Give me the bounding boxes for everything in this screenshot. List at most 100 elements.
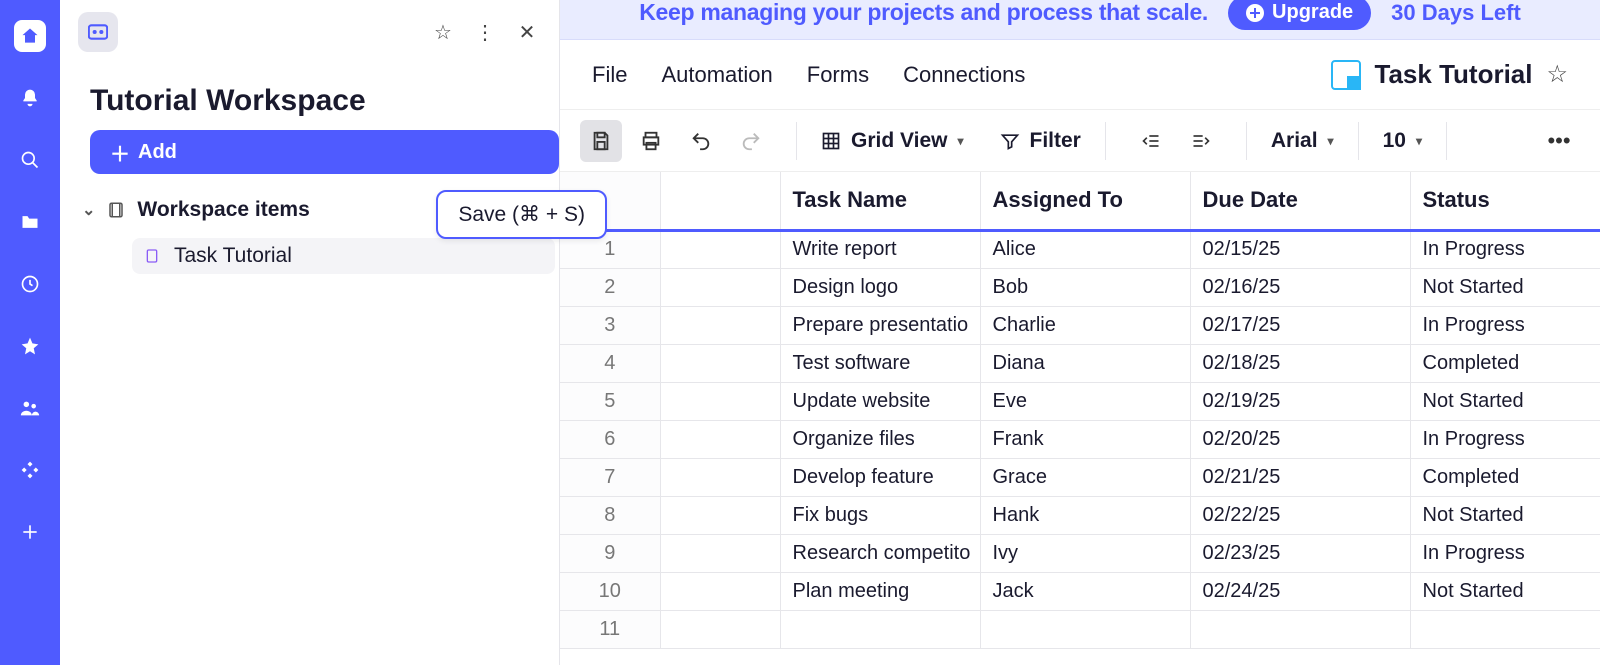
menu-forms[interactable]: Forms xyxy=(807,62,869,88)
more-button[interactable]: ••• xyxy=(1538,120,1580,162)
cell-blank[interactable] xyxy=(660,268,780,306)
print-button[interactable] xyxy=(630,120,672,162)
table-row[interactable]: 6 Organize filesFrank02/20/25In Progress xyxy=(560,420,1600,458)
table-row[interactable]: 5Update websiteEve02/19/25Not Started xyxy=(560,382,1600,420)
menu-automation[interactable]: Automation xyxy=(661,62,772,88)
cell-due[interactable]: 02/22/25 xyxy=(1190,496,1410,534)
close-icon[interactable]: ✕ xyxy=(513,18,541,46)
home-icon[interactable] xyxy=(14,20,46,52)
favorite-icon[interactable]: ☆ xyxy=(429,18,457,46)
filter-button[interactable]: Filter xyxy=(1000,129,1081,153)
cell-task[interactable]: Organize files xyxy=(780,420,980,458)
data-grid[interactable]: Task Name Assigned To Due Date Status 1W… xyxy=(560,172,1600,665)
font-selector[interactable]: Arial ▾ xyxy=(1271,129,1334,153)
add-button[interactable]: ＋ Add xyxy=(90,130,559,174)
cell-task[interactable] xyxy=(780,610,980,648)
cell-blank[interactable] xyxy=(660,458,780,496)
col-assigned-to[interactable]: Assigned To xyxy=(980,172,1190,230)
table-row[interactable]: 1Write reportAlice02/15/25In Progress xyxy=(560,230,1600,268)
cell-blank[interactable] xyxy=(660,572,780,610)
cell-status[interactable]: In Progress xyxy=(1410,534,1600,572)
cell-status[interactable]: Not Started xyxy=(1410,496,1600,534)
cell-status[interactable]: In Progress xyxy=(1410,230,1600,268)
menu-file[interactable]: File xyxy=(592,62,627,88)
row-number[interactable]: 6 xyxy=(560,420,660,458)
cell-assigned[interactable]: Eve xyxy=(980,382,1190,420)
cell-due[interactable]: 02/24/25 xyxy=(1190,572,1410,610)
cell-status[interactable]: In Progress xyxy=(1410,420,1600,458)
cell-task[interactable]: Fix bugs xyxy=(780,496,980,534)
row-number[interactable]: 7 xyxy=(560,458,660,496)
font-size-selector[interactable]: 10 ▾ xyxy=(1383,129,1422,153)
cell-task[interactable]: Prepare presentatio xyxy=(780,306,980,344)
indent-button[interactable] xyxy=(1180,120,1222,162)
cell-status[interactable]: Completed xyxy=(1410,458,1600,496)
table-row[interactable]: 11 xyxy=(560,610,1600,648)
cell-assigned[interactable]: Bob xyxy=(980,268,1190,306)
cell-blank[interactable] xyxy=(660,610,780,648)
cell-blank[interactable] xyxy=(660,344,780,382)
row-number[interactable]: 3 xyxy=(560,306,660,344)
cell-status[interactable]: In Progress xyxy=(1410,306,1600,344)
cell-assigned[interactable]: Alice xyxy=(980,230,1190,268)
favorite-icon[interactable]: ☆ xyxy=(1546,60,1568,89)
cell-task[interactable]: Update website xyxy=(780,382,980,420)
cell-due[interactable]: 02/18/25 xyxy=(1190,344,1410,382)
cell-due[interactable]: 02/16/25 xyxy=(1190,268,1410,306)
row-number[interactable]: 4 xyxy=(560,344,660,382)
cell-due[interactable]: 02/21/25 xyxy=(1190,458,1410,496)
upgrade-button[interactable]: Upgrade xyxy=(1228,0,1371,30)
col-due-date[interactable]: Due Date xyxy=(1190,172,1410,230)
cell-due[interactable]: 02/20/25 xyxy=(1190,420,1410,458)
cell-assigned[interactable]: Jack xyxy=(980,572,1190,610)
cell-assigned[interactable]: Ivy xyxy=(980,534,1190,572)
menu-connections[interactable]: Connections xyxy=(903,62,1025,88)
col-task-name[interactable]: Task Name xyxy=(780,172,980,230)
col-status[interactable]: Status xyxy=(1410,172,1600,230)
cell-due[interactable]: 02/23/25 xyxy=(1190,534,1410,572)
cell-blank[interactable] xyxy=(660,230,780,268)
cell-assigned[interactable]: Diana xyxy=(980,344,1190,382)
cell-task[interactable]: Write report xyxy=(780,230,980,268)
view-selector[interactable]: Grid View ▾ xyxy=(821,129,964,153)
cell-task[interactable]: Develop feature xyxy=(780,458,980,496)
star-icon[interactable] xyxy=(14,330,46,362)
row-number[interactable]: 11 xyxy=(560,610,660,648)
cell-task[interactable]: Test software xyxy=(780,344,980,382)
cell-status[interactable]: Completed xyxy=(1410,344,1600,382)
cell-blank[interactable] xyxy=(660,306,780,344)
cell-assigned[interactable]: Frank xyxy=(980,420,1190,458)
sidebar-item-task-tutorial[interactable]: Task Tutorial xyxy=(132,238,555,274)
row-number[interactable]: 9 xyxy=(560,534,660,572)
clock-icon[interactable] xyxy=(14,268,46,300)
cell-due[interactable] xyxy=(1190,610,1410,648)
folder-icon[interactable] xyxy=(14,206,46,238)
cell-task[interactable]: Research competito xyxy=(780,534,980,572)
save-button[interactable] xyxy=(580,120,622,162)
cell-assigned[interactable]: Grace xyxy=(980,458,1190,496)
col-blank[interactable] xyxy=(660,172,780,230)
cell-assigned[interactable]: Hank xyxy=(980,496,1190,534)
row-number[interactable]: 5 xyxy=(560,382,660,420)
cell-task[interactable]: Design logo xyxy=(780,268,980,306)
table-row[interactable]: 7 Develop featureGrace02/21/25Completed xyxy=(560,458,1600,496)
cell-due[interactable]: 02/17/25 xyxy=(1190,306,1410,344)
cell-blank[interactable] xyxy=(660,496,780,534)
row-number[interactable]: 10 xyxy=(560,572,660,610)
cell-blank[interactable] xyxy=(660,534,780,572)
row-number[interactable]: 2 xyxy=(560,268,660,306)
cell-blank[interactable] xyxy=(660,382,780,420)
cell-task[interactable]: Plan meeting xyxy=(780,572,980,610)
table-row[interactable]: 2Design logoBob02/16/25Not Started xyxy=(560,268,1600,306)
table-row[interactable]: 9 Research competitoIvy02/23/25In Progres… xyxy=(560,534,1600,572)
table-row[interactable]: 10 Plan meetingJack02/24/25Not Started xyxy=(560,572,1600,610)
more-vertical-icon[interactable]: ⋮ xyxy=(471,18,499,46)
table-row[interactable]: 4 Test softwareDiana02/18/25Completed xyxy=(560,344,1600,382)
cell-status[interactable]: Not Started xyxy=(1410,572,1600,610)
bell-icon[interactable] xyxy=(14,82,46,114)
table-row[interactable]: 8 Fix bugsHank02/22/25Not Started xyxy=(560,496,1600,534)
row-number[interactable]: 8 xyxy=(560,496,660,534)
apps-icon[interactable] xyxy=(14,454,46,486)
search-icon[interactable] xyxy=(14,144,46,176)
cell-assigned[interactable] xyxy=(980,610,1190,648)
